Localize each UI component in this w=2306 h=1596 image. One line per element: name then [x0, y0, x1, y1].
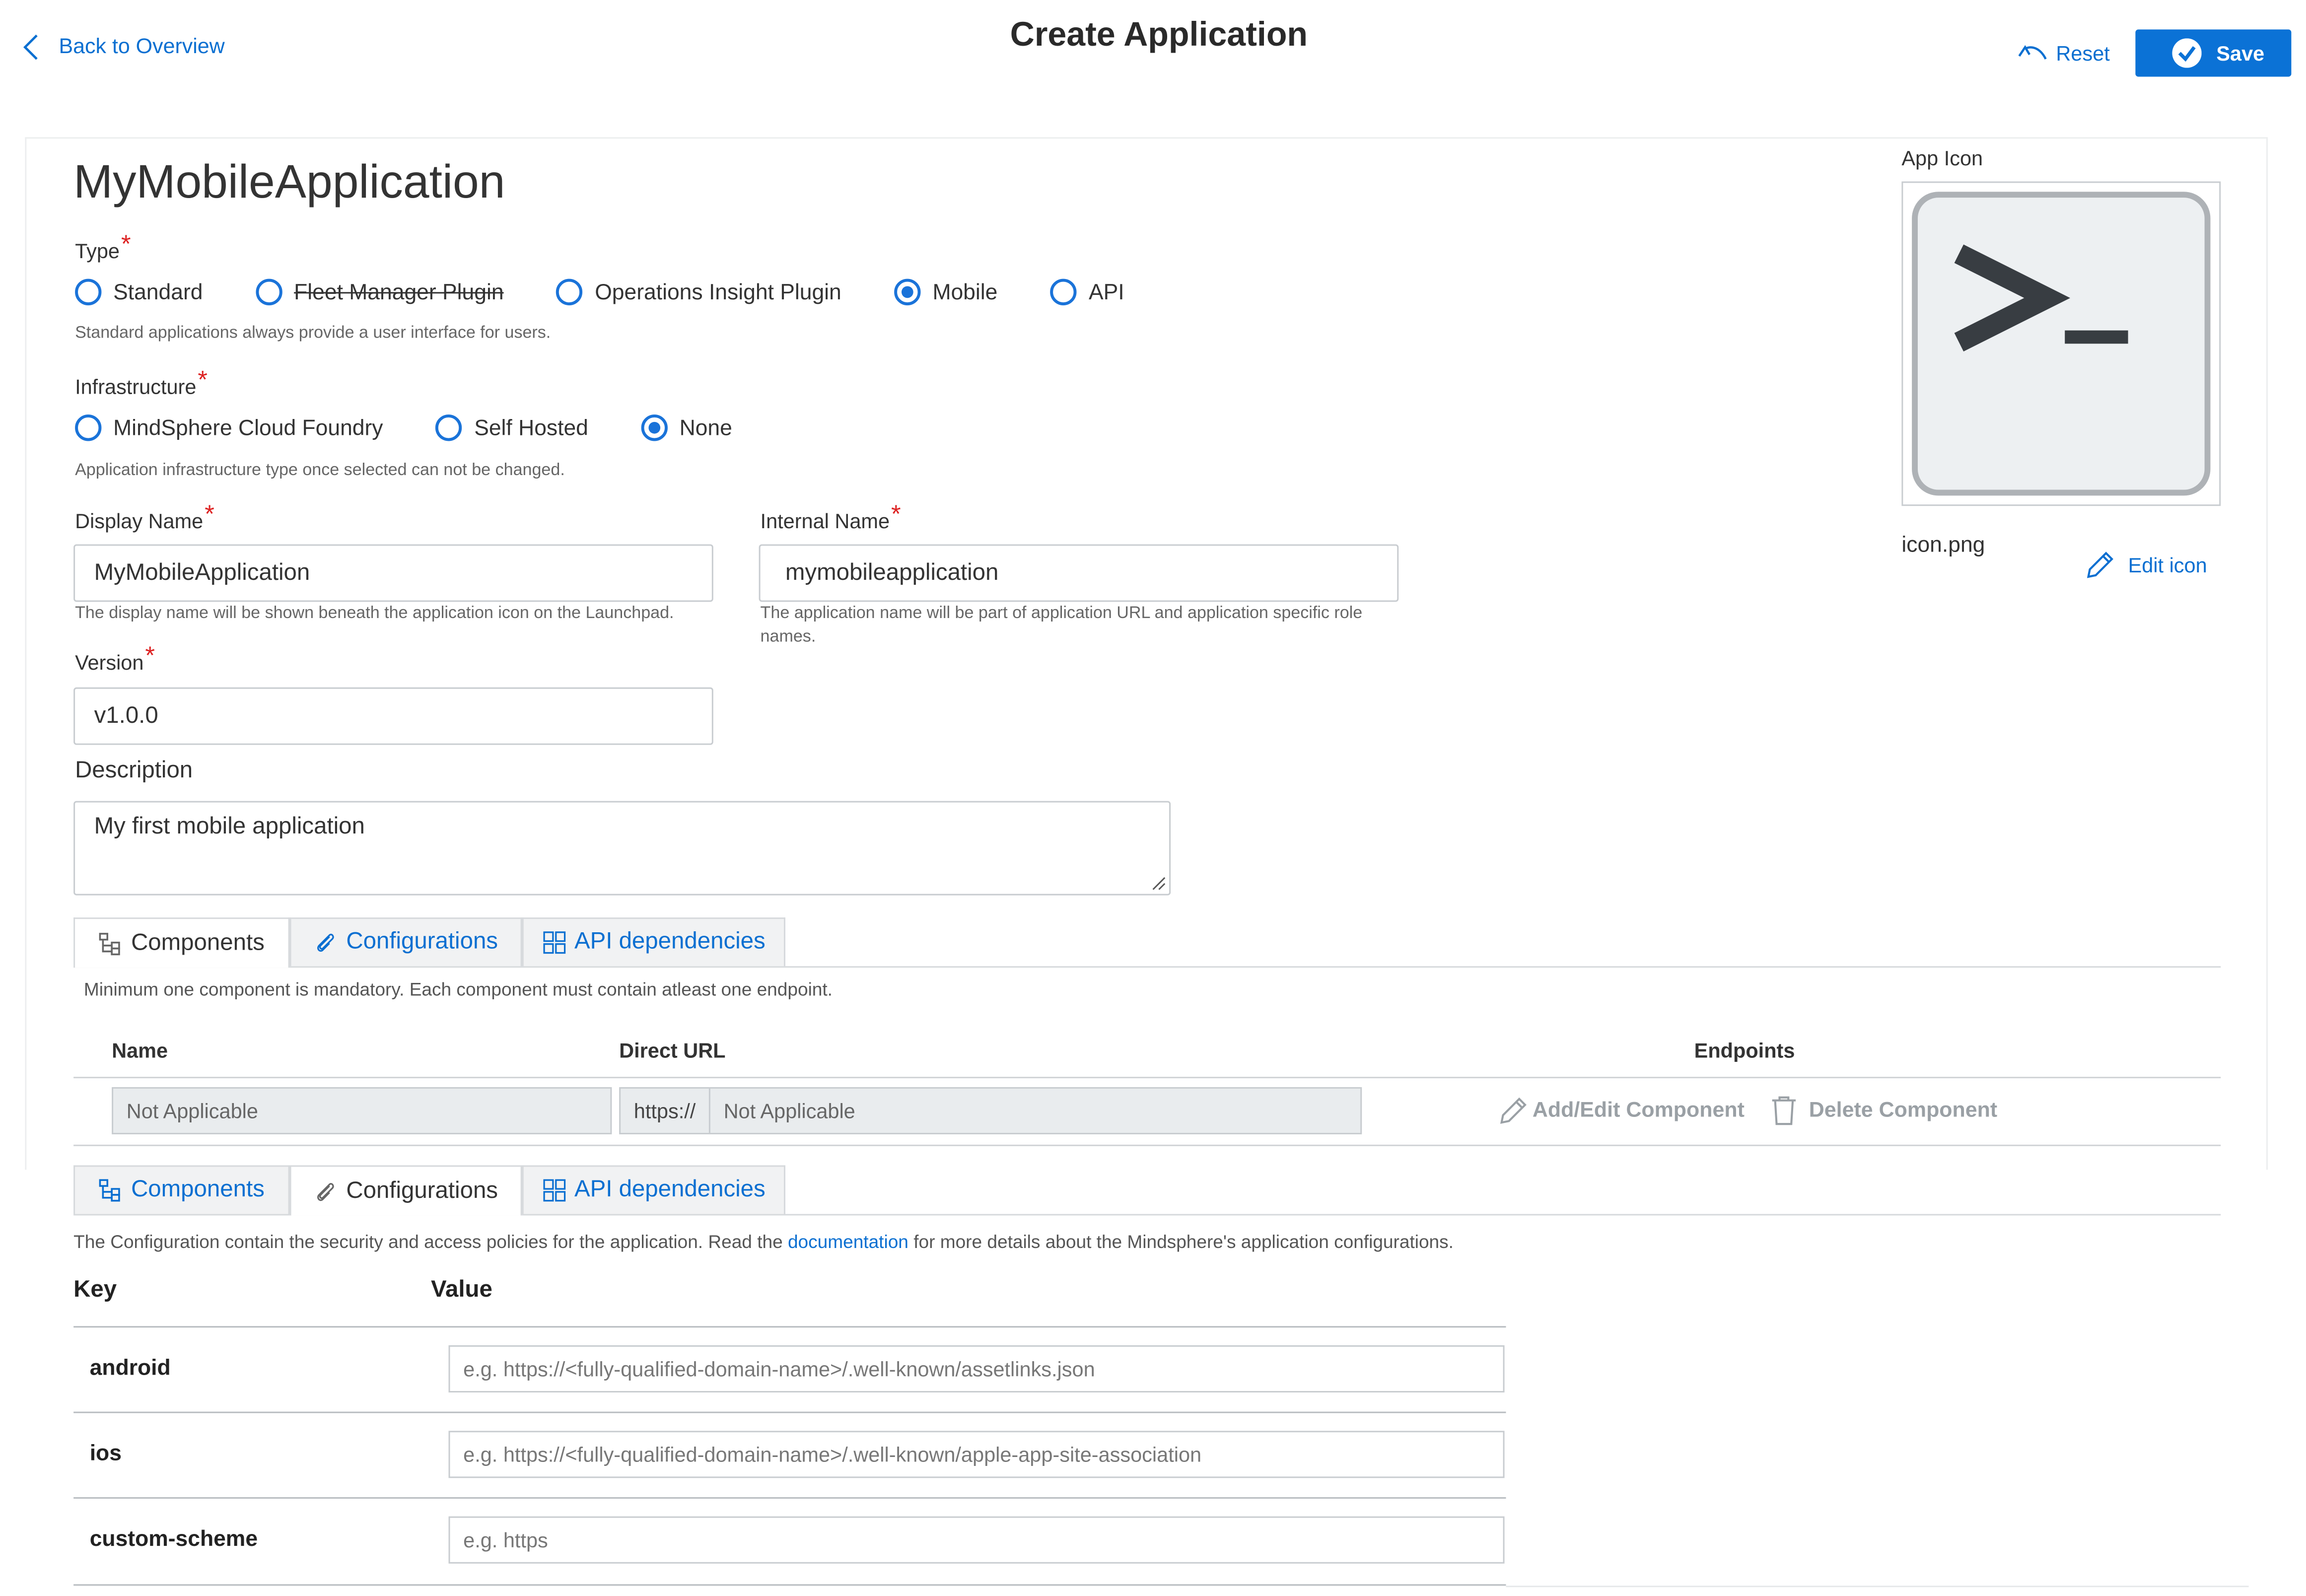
tree-icon	[99, 1179, 121, 1202]
infrastructure-option-mindsphere-cloud-foundry[interactable]: MindSphere Cloud Foundry	[75, 414, 383, 441]
reset-button[interactable]: Reset	[2016, 38, 2110, 68]
direct-url-input[interactable]: https:// Not Applicable	[619, 1087, 1362, 1135]
radio-icon	[436, 414, 463, 441]
chevron-left-icon	[23, 34, 38, 60]
back-label: Back to Overview	[59, 35, 225, 59]
type-option-api[interactable]: API	[1050, 278, 1124, 306]
documentation-link[interactable]: documentation	[788, 1232, 908, 1252]
tree-icon	[99, 932, 121, 955]
config-header-divider	[73, 1326, 1506, 1328]
url-prefix: https://	[621, 1088, 710, 1133]
config-value-ios-input[interactable]: e.g. https://<fully-qualified-domain-nam…	[448, 1431, 1505, 1478]
config-row-divider	[73, 1584, 1506, 1586]
description-value: My first mobile application	[94, 814, 365, 839]
configurations-note: The Configuration contain the security a…	[73, 1232, 1454, 1252]
save-label: Save	[2216, 41, 2265, 65]
page-title: Create Application	[1010, 14, 1308, 53]
reset-label: Reset	[2056, 41, 2110, 65]
type-option-operations-insight-plugin[interactable]: Operations Insight Plugin	[557, 278, 841, 306]
description-label: Description	[75, 758, 193, 783]
components-note: Minimum one component is mandatory. Each…	[83, 979, 833, 1000]
type-radio-group: Standard Fleet Manager Plugin Operations…	[75, 273, 1177, 311]
tab-bar-components: Components Configurations API dependenci…	[73, 917, 2221, 968]
paperclip-icon	[318, 933, 335, 952]
api-blocks-icon	[543, 931, 565, 954]
tab-api-dependencies[interactable]: API dependencies	[522, 917, 785, 967]
column-header-endpoints: Endpoints	[1694, 1038, 1795, 1062]
resize-handle-icon	[1152, 877, 1166, 890]
app-heading: MyMobileApplication	[73, 154, 505, 208]
tab-bar-configurations: Components Configurations API dependenci…	[73, 1165, 2221, 1216]
column-header-name: Name	[112, 1038, 168, 1062]
internal-name-input[interactable]: mymobileapplication	[759, 544, 1399, 602]
tab-components[interactable]: Components	[73, 1165, 290, 1214]
add-edit-component-button[interactable]: Add/Edit Component	[1497, 1095, 1745, 1127]
config-key-custom-scheme: custom-scheme	[89, 1527, 258, 1552]
config-value-custom-scheme-input[interactable]: e.g. https	[448, 1516, 1505, 1564]
config-key-ios: ios	[89, 1441, 122, 1466]
table-row-divider	[73, 1144, 2221, 1146]
pencil-icon	[2087, 552, 2113, 578]
radio-icon	[256, 278, 282, 306]
paperclip-icon	[318, 1182, 335, 1200]
trash-icon	[1772, 1096, 1796, 1125]
infrastructure-label: Infrastructure *	[75, 365, 208, 399]
config-row-divider	[73, 1411, 1506, 1413]
display-name-help-text: The display name will be shown beneath t…	[75, 605, 674, 623]
radio-checked-icon	[894, 278, 921, 306]
component-name-input[interactable]: Not Applicable	[112, 1087, 612, 1135]
api-blocks-icon	[543, 1179, 565, 1202]
radio-icon	[75, 414, 102, 441]
edit-icon-button[interactable]: Edit icon	[2084, 549, 2207, 581]
internal-name-label: Internal Name *	[760, 500, 901, 533]
checkmark-circle-icon	[2172, 38, 2202, 68]
version-label: Version *	[75, 641, 155, 674]
terminal-icon	[1912, 192, 2211, 496]
tab-api-dependencies[interactable]: API dependencies	[522, 1165, 785, 1214]
pencil-icon	[1500, 1097, 1527, 1124]
description-textarea[interactable]: My first mobile application	[73, 801, 1171, 896]
infrastructure-help-text: Application infrastructure type once sel…	[75, 462, 565, 480]
radio-icon	[1050, 278, 1077, 306]
app-icon-label: App Icon	[1901, 146, 1983, 170]
display-name-label: Display Name *	[75, 500, 214, 533]
back-to-overview-link[interactable]: Back to Overview	[20, 31, 225, 63]
tab-configurations[interactable]: Configurations	[289, 917, 522, 967]
type-option-standard[interactable]: Standard	[75, 278, 203, 306]
version-input[interactable]: v1.0.0	[73, 687, 713, 745]
column-header-value: Value	[430, 1277, 492, 1303]
config-value-android-input[interactable]: e.g. https://<fully-qualified-domain-nam…	[448, 1345, 1505, 1393]
save-button[interactable]: Save	[2135, 29, 2292, 77]
config-row-divider	[73, 1497, 1506, 1499]
config-key-android: android	[89, 1355, 171, 1381]
radio-icon	[557, 278, 583, 306]
infrastructure-option-self-hosted[interactable]: Self Hosted	[436, 414, 588, 441]
type-option-mobile[interactable]: Mobile	[894, 278, 997, 306]
undo-icon	[2018, 45, 2047, 60]
app-icon-frame	[1901, 181, 2221, 506]
delete-component-button[interactable]: Delete Component	[1769, 1095, 1997, 1127]
type-label: Type *	[75, 230, 131, 263]
infrastructure-option-none[interactable]: None	[641, 414, 732, 441]
table-header-divider	[73, 1077, 2221, 1079]
radio-checked-icon	[641, 414, 668, 441]
edit-icon-label: Edit icon	[2128, 553, 2207, 577]
column-header-direct-url: Direct URL	[619, 1038, 726, 1062]
icon-filename: icon.png	[1901, 532, 1985, 558]
display-name-input[interactable]: MyMobileApplication	[73, 544, 713, 602]
internal-name-help-text: The application name will be part of app…	[760, 605, 1363, 646]
page-bottom-divider	[1506, 1586, 2249, 1588]
tab-configurations[interactable]: Configurations	[289, 1165, 522, 1216]
type-option-fleet-manager-plugin[interactable]: Fleet Manager Plugin	[256, 278, 504, 306]
infrastructure-radio-group: MindSphere Cloud Foundry Self Hosted Non…	[75, 409, 785, 447]
tab-components[interactable]: Components	[73, 917, 290, 968]
type-help-text: Standard applications always provide a u…	[75, 324, 551, 343]
radio-icon	[75, 278, 102, 306]
column-header-key: Key	[73, 1277, 117, 1303]
